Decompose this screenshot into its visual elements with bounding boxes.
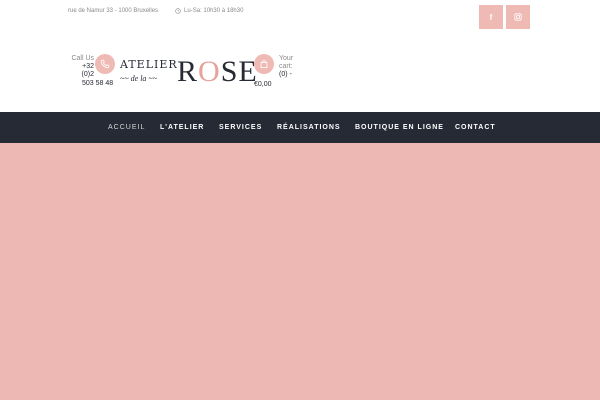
hours-text: Lu-Sa: 10h30 à 18h30 xyxy=(184,8,244,14)
cart-label-cart: cart: xyxy=(279,63,293,70)
logo-line-rose: ROSE xyxy=(177,56,258,88)
shopping-bag-icon xyxy=(260,60,268,68)
instagram-button[interactable] xyxy=(506,5,530,29)
nav-item-contact[interactable]: CONTACT xyxy=(455,112,496,143)
logo-letter-r: R xyxy=(177,55,199,88)
cart-label-block[interactable]: Your cart: (0) - xyxy=(279,55,299,79)
main-navigation: ACCUEIL L'ATELIER SERVICES RÉALISATIONS … xyxy=(0,112,600,143)
phone-line-2: (0)2 xyxy=(81,71,94,78)
call-us-label: Call Us xyxy=(71,55,94,62)
cart-label-your: Your xyxy=(279,55,294,62)
logo-line-de-la: ~~ de la ~~ xyxy=(120,74,158,83)
top-info-bar: rue de Namur 33 - 1000 Bruxelles Lu-Sa: … xyxy=(68,6,243,16)
nav-item-latelier[interactable]: L'ATELIER xyxy=(160,112,204,143)
nav-item-accueil[interactable]: ACCUEIL xyxy=(108,112,145,143)
logo-line-atelier: ATELIER xyxy=(120,58,178,71)
nav-item-boutique-en-ligne[interactable]: BOUTIQUE EN LIGNE xyxy=(355,112,444,143)
facebook-icon: f xyxy=(489,12,493,22)
phone-icon xyxy=(100,59,110,69)
hours-container: Lu-Sa: 10h30 à 18h30 xyxy=(175,8,243,14)
phone-line-3[interactable]: 503 58 48 xyxy=(82,80,113,87)
cart-button[interactable] xyxy=(254,54,274,74)
hero-banner xyxy=(0,143,600,400)
logo-letter-o: O xyxy=(198,55,221,88)
nav-item-services[interactable]: SERVICES xyxy=(219,112,262,143)
facebook-button[interactable]: f xyxy=(479,5,503,29)
instagram-icon xyxy=(514,13,522,21)
logo-letters-se: SE xyxy=(220,55,258,88)
clock-icon xyxy=(175,8,181,14)
call-us-block: Call Us +32 (0)2 xyxy=(70,55,94,79)
phone-button[interactable] xyxy=(95,54,115,74)
cart-total[interactable]: €0,00 xyxy=(254,81,272,88)
phone-line-1: +32 xyxy=(82,63,94,70)
cart-count: (0) - xyxy=(279,71,292,78)
atelier-de-la-rose-logo[interactable]: ATELIER ~~ de la ~~ ROSE xyxy=(118,54,257,92)
nav-item-realisations[interactable]: RÉALISATIONS xyxy=(277,112,341,143)
address-text: rue de Namur 33 - 1000 Bruxelles xyxy=(68,8,159,14)
